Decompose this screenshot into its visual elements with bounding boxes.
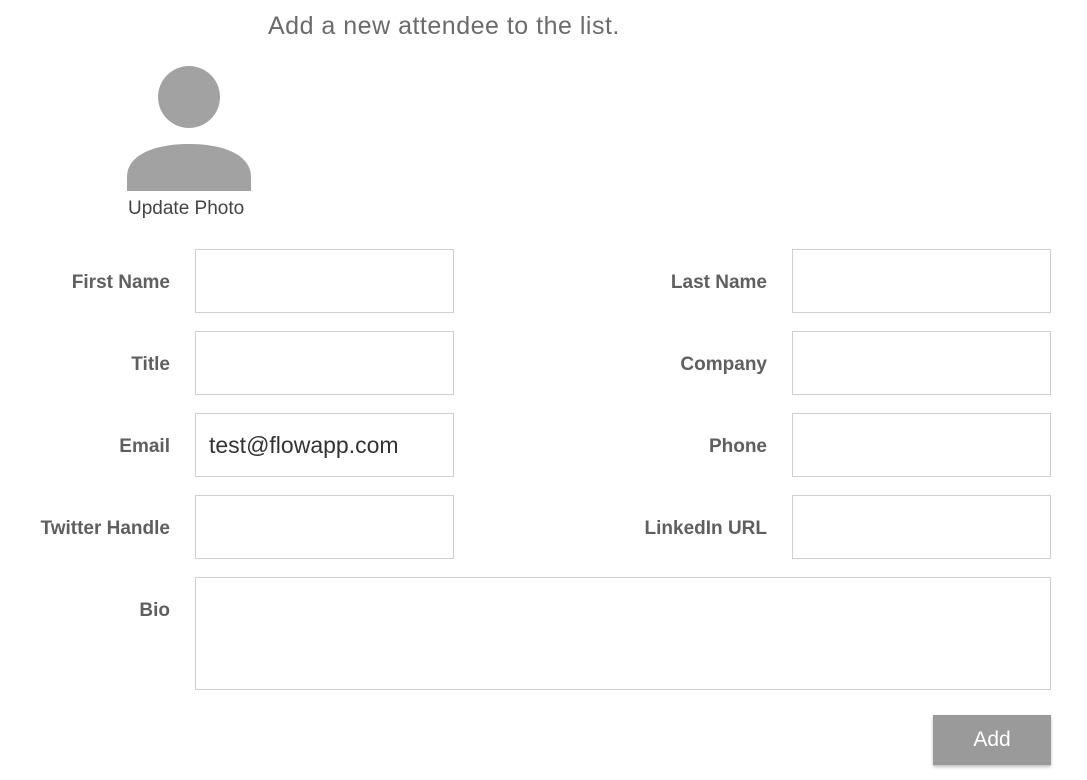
bio-label: Bio: [139, 600, 170, 621]
update-photo-link[interactable]: Update Photo: [128, 198, 244, 220]
add-button[interactable]: Add: [933, 715, 1051, 765]
phone-label: Phone: [708, 436, 767, 457]
last-name-field[interactable]: [792, 249, 1051, 313]
first-name-label: First Name: [71, 272, 170, 293]
title-label: Title: [131, 354, 170, 375]
user-silhouette-icon: [127, 66, 251, 191]
company-field[interactable]: [792, 331, 1051, 395]
twitter-handle-label: Twitter Handle: [40, 518, 171, 539]
email-label: Email: [119, 436, 170, 457]
title-field[interactable]: [195, 331, 454, 395]
linkedin-url-field[interactable]: [792, 495, 1051, 559]
email-field[interactable]: [195, 413, 454, 477]
bio-field[interactable]: [195, 577, 1051, 690]
linkedin-url-label: LinkedIn URL: [644, 518, 767, 539]
form-heading: Add a new attendee to the list.: [268, 12, 620, 40]
last-name-label: Last Name: [670, 272, 767, 293]
twitter-handle-field[interactable]: [195, 495, 454, 559]
first-name-field[interactable]: [195, 249, 454, 313]
phone-field[interactable]: [792, 413, 1051, 477]
company-label: Company: [680, 354, 767, 375]
avatar[interactable]: [126, 65, 253, 192]
